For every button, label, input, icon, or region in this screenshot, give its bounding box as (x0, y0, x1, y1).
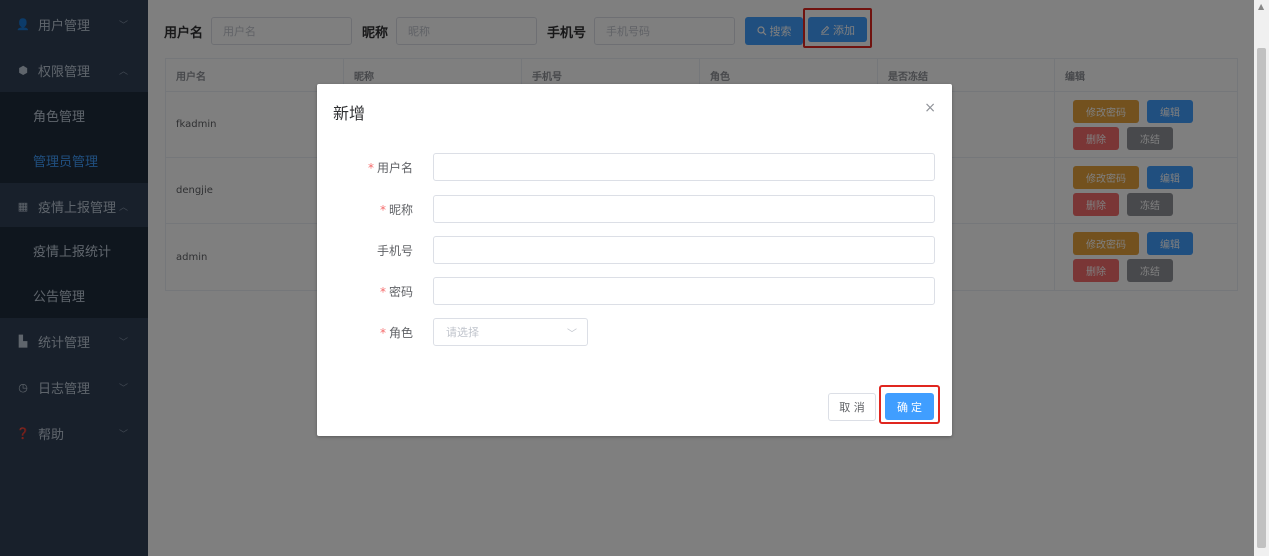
role-select[interactable]: 请选择 ﹀ (433, 318, 588, 346)
close-icon[interactable]: × (924, 100, 936, 116)
field-label: 手机号 (376, 243, 413, 258)
cancel-button[interactable]: 取 消 (828, 393, 876, 421)
nickname-field[interactable] (433, 195, 935, 223)
phone-field[interactable] (433, 236, 935, 264)
scrollbar-thumb[interactable] (1257, 48, 1266, 548)
confirm-button-highlight: 确 定 (879, 385, 940, 424)
dialog-title: 新增 (333, 104, 366, 123)
password-form-label: * 密码 (317, 283, 423, 300)
form-row-username: * 用户名 (317, 153, 952, 181)
form-row-nickname: * 昵称 (317, 195, 952, 223)
required-mark: * (367, 160, 374, 175)
add-dialog: 新增 × * 用户名 * 昵称 手机号 * 密码 * 角色 请选择 ﹀ 取 消 确 定 (317, 84, 952, 436)
password-field[interactable] (433, 277, 935, 305)
form-row-role: * 角色 请选择 ﹀ (317, 318, 952, 346)
phone-form-label: 手机号 (317, 242, 423, 259)
required-mark: * (379, 325, 386, 340)
field-label: 角色 (388, 325, 413, 340)
required-mark: * (379, 284, 386, 299)
form-row-password: * 密码 (317, 277, 952, 305)
scroll-up-icon[interactable]: ▲ (1258, 2, 1264, 11)
field-label: 密码 (388, 284, 413, 299)
chevron-down-icon: ﹀ (567, 329, 577, 340)
username-form-label: * 用户名 (317, 159, 423, 176)
role-select-placeholder: 请选择 (446, 326, 479, 339)
confirm-button[interactable]: 确 定 (885, 393, 934, 420)
form-row-phone: 手机号 (317, 236, 952, 264)
field-label: 昵称 (388, 202, 413, 217)
nickname-form-label: * 昵称 (317, 201, 423, 218)
username-field[interactable] (433, 153, 935, 181)
role-form-label: * 角色 (317, 324, 423, 341)
required-mark: * (379, 202, 386, 217)
field-label: 用户名 (376, 160, 413, 175)
vertical-scrollbar[interactable]: ▲ (1254, 0, 1269, 556)
